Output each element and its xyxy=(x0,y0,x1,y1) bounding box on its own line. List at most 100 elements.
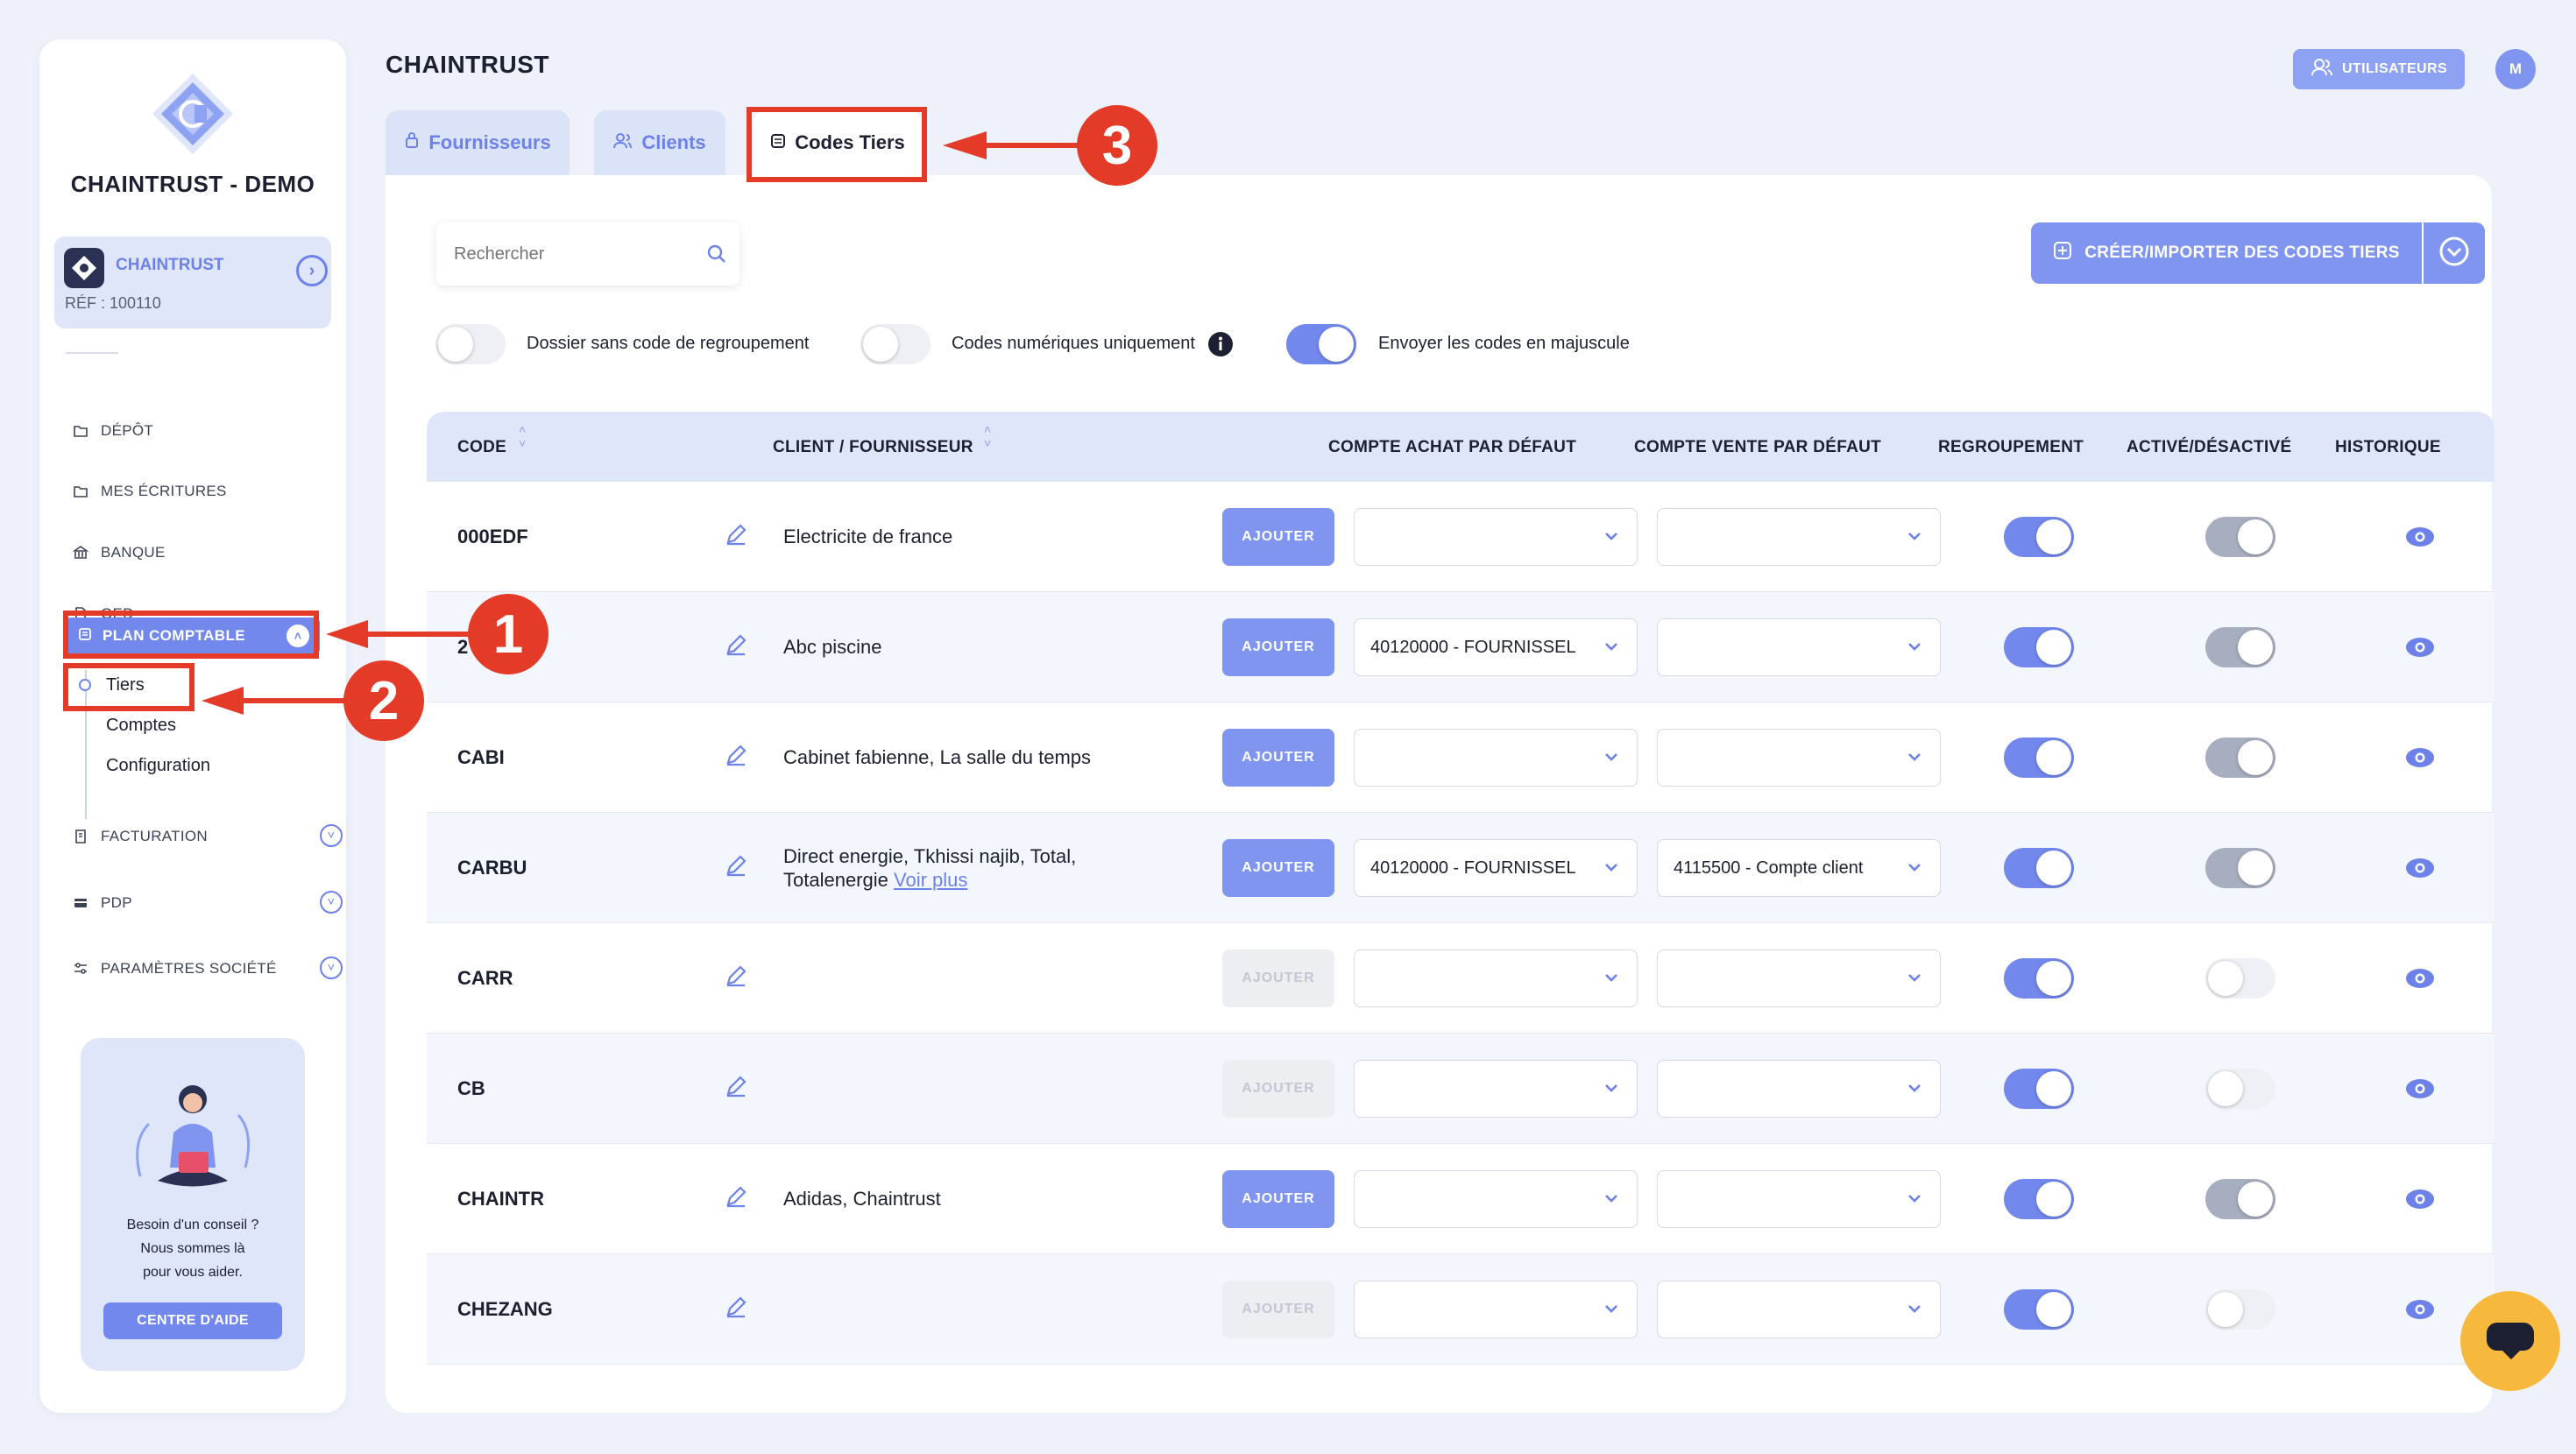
regroupement-toggle[interactable] xyxy=(2004,848,2074,888)
active-toggle[interactable] xyxy=(2205,1069,2275,1109)
chat-icon xyxy=(2485,1321,2536,1367)
toggle-knob xyxy=(2238,740,2273,775)
tab-clients[interactable]: Clients xyxy=(594,110,725,175)
toggle-majuscule[interactable] xyxy=(1286,324,1356,364)
search-input[interactable] xyxy=(436,222,740,286)
active-toggle[interactable] xyxy=(2205,627,2275,667)
chevron-down-icon[interactable]: ˅ xyxy=(320,891,343,914)
purchase-account-select[interactable] xyxy=(1354,1170,1638,1228)
see-more-link[interactable]: Voir plus xyxy=(894,869,967,891)
card-icon xyxy=(73,895,88,911)
nav-parametres[interactable]: PARAMÈTRES SOCIÉTÉ ˅ xyxy=(73,956,343,982)
history-eye-icon[interactable] xyxy=(2405,526,2434,548)
annotation-box-2 xyxy=(63,663,195,711)
add-button[interactable]: AJOUTER xyxy=(1222,839,1334,897)
regroupement-toggle[interactable] xyxy=(2004,958,2074,999)
users-button[interactable]: UTILISATEURS xyxy=(2293,49,2465,89)
history-eye-icon[interactable] xyxy=(2405,636,2434,659)
history-eye-icon[interactable] xyxy=(2405,1298,2434,1321)
sales-account-select[interactable] xyxy=(1657,618,1941,676)
regroupement-toggle[interactable] xyxy=(2004,1179,2074,1219)
nav-label: DÉPÔT xyxy=(101,422,154,439)
history-eye-icon[interactable] xyxy=(2405,746,2434,769)
edit-pencil-icon[interactable] xyxy=(725,1075,747,1102)
annotation-number-2: 2 xyxy=(343,660,424,741)
add-button[interactable]: AJOUTER xyxy=(1222,949,1334,1007)
create-dropdown-button[interactable] xyxy=(2424,222,2485,284)
avatar[interactable]: M xyxy=(2495,49,2536,89)
subnav-comptes[interactable]: Comptes xyxy=(106,716,176,736)
arrowhead-icon xyxy=(943,131,987,159)
create-import-button[interactable]: CRÉER/IMPORTER DES CODES TIERS xyxy=(2031,222,2422,284)
add-button[interactable]: AJOUTER xyxy=(1222,1060,1334,1118)
purchase-account-select[interactable] xyxy=(1354,949,1638,1007)
sales-account-select[interactable] xyxy=(1657,1281,1941,1338)
active-toggle[interactable] xyxy=(2205,1179,2275,1219)
nav-pdp[interactable]: PDP ˅ xyxy=(73,890,343,916)
sales-account-select[interactable] xyxy=(1657,508,1941,566)
chevron-down-icon[interactable]: ˅ xyxy=(320,956,343,979)
col-code[interactable]: CODE xyxy=(457,438,506,457)
chevron-down-icon[interactable]: ˅ xyxy=(320,824,343,847)
regroupement-toggle[interactable] xyxy=(2004,738,2074,778)
add-button[interactable]: AJOUTER xyxy=(1222,729,1334,787)
toggle-sans-regroupement[interactable] xyxy=(435,324,506,364)
sales-account-select[interactable] xyxy=(1657,949,1941,1007)
nav-depot[interactable]: DÉPÔT xyxy=(73,418,153,444)
subnav-configuration[interactable]: Configuration xyxy=(106,756,210,776)
regroupement-toggle[interactable] xyxy=(2004,1289,2074,1330)
add-button[interactable]: AJOUTER xyxy=(1222,508,1334,566)
active-toggle[interactable] xyxy=(2205,738,2275,778)
users-icon xyxy=(613,131,633,154)
toggle-knob xyxy=(2238,519,2273,554)
purchase-account-select[interactable] xyxy=(1354,508,1638,566)
edit-pencil-icon[interactable] xyxy=(725,744,747,771)
active-toggle[interactable] xyxy=(2205,1289,2275,1330)
edit-pencil-icon[interactable] xyxy=(725,523,747,550)
regroupement-toggle[interactable] xyxy=(2004,517,2074,557)
edit-pencil-icon[interactable] xyxy=(725,1295,747,1323)
regroupement-toggle[interactable] xyxy=(2004,627,2074,667)
tab-fournisseurs[interactable]: Fournisseurs xyxy=(386,110,570,175)
history-eye-icon[interactable] xyxy=(2405,1188,2434,1210)
add-button[interactable]: AJOUTER xyxy=(1222,1170,1334,1228)
purchase-account-select[interactable]: 40120000 - FOURNISSEL xyxy=(1354,618,1638,676)
add-button[interactable]: AJOUTER xyxy=(1222,1281,1334,1338)
toggle-numeriques[interactable] xyxy=(860,324,931,364)
sales-account-select[interactable] xyxy=(1657,1170,1941,1228)
toggle-knob xyxy=(2036,740,2071,775)
sort-icon[interactable]: ˄ ˅ xyxy=(984,422,991,450)
annotation-box-1 xyxy=(63,611,319,659)
active-toggle[interactable] xyxy=(2205,517,2275,557)
purchase-account-select[interactable]: 40120000 - FOURNISSEL xyxy=(1354,839,1638,897)
entity-card[interactable]: CHAINTRUST RÉF : 100110 › xyxy=(54,236,331,328)
search-icon[interactable] xyxy=(706,244,727,269)
edit-pencil-icon[interactable] xyxy=(725,1185,747,1212)
info-icon[interactable] xyxy=(1207,331,1234,362)
help-center-button[interactable]: CENTRE D'AIDE xyxy=(103,1302,282,1339)
active-toggle[interactable] xyxy=(2205,958,2275,999)
sales-account-select[interactable] xyxy=(1657,1060,1941,1118)
chevron-right-icon[interactable]: › xyxy=(296,255,328,286)
regroupement-toggle[interactable] xyxy=(2004,1069,2074,1109)
sort-icon[interactable]: ˄ ˅ xyxy=(519,422,526,450)
edit-pencil-icon[interactable] xyxy=(725,633,747,660)
edit-pencil-icon[interactable] xyxy=(725,964,747,992)
nav-ecritures[interactable]: MES ÉCRITURES xyxy=(73,478,227,505)
history-eye-icon[interactable] xyxy=(2405,857,2434,879)
nav-banque[interactable]: BANQUE xyxy=(73,540,166,566)
add-button[interactable]: AJOUTER xyxy=(1222,618,1334,676)
active-toggle[interactable] xyxy=(2205,848,2275,888)
nav-facturation[interactable]: FACTURATION ˅ xyxy=(73,823,343,850)
history-eye-icon[interactable] xyxy=(2405,967,2434,990)
sales-account-select[interactable]: 4115500 - Compte client xyxy=(1657,839,1941,897)
chat-button[interactable] xyxy=(2460,1291,2560,1391)
purchase-account-select[interactable] xyxy=(1354,729,1638,787)
nav-label: FACTURATION xyxy=(101,828,208,844)
edit-pencil-icon[interactable] xyxy=(725,854,747,881)
sales-account-select[interactable] xyxy=(1657,729,1941,787)
purchase-account-select[interactable] xyxy=(1354,1060,1638,1118)
history-eye-icon[interactable] xyxy=(2405,1077,2434,1100)
col-client[interactable]: CLIENT / FOURNISSEUR xyxy=(773,438,973,457)
purchase-account-select[interactable] xyxy=(1354,1281,1638,1338)
